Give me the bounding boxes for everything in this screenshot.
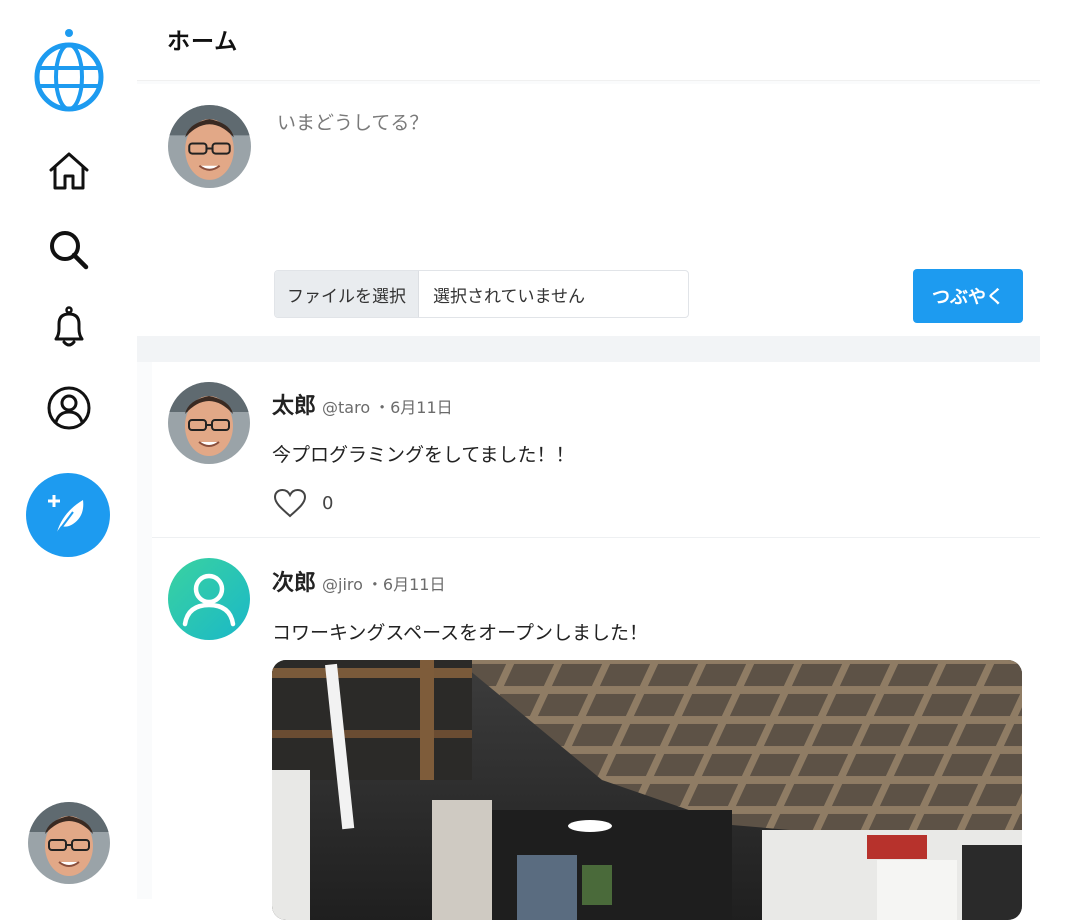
search-icon[interactable] bbox=[44, 225, 94, 275]
profile-icon[interactable] bbox=[44, 383, 94, 433]
page-title: ホーム bbox=[167, 29, 239, 55]
file-picker[interactable]: ファイルを選択 選択されていません bbox=[274, 270, 689, 318]
author-name[interactable]: 太郎 bbox=[272, 388, 316, 420]
avatar[interactable] bbox=[168, 382, 250, 464]
post-text: 今プログラミングをしてました！！ bbox=[272, 444, 575, 466]
avatar[interactable] bbox=[28, 802, 110, 884]
post-header: 次郎 @jiro ・6月11日 bbox=[272, 565, 445, 597]
heart-icon[interactable] bbox=[272, 485, 308, 521]
list-item: 次郎 @jiro ・6月11日 コワーキングスペースをオープンしました！ bbox=[152, 538, 1040, 920]
tweet-submit-button[interactable]: つぶやく bbox=[913, 269, 1023, 323]
bell-icon[interactable] bbox=[44, 303, 94, 353]
timeline: ホーム ファイルを選択 選択されていません つぶやく bbox=[137, 0, 1040, 920]
post-image[interactable] bbox=[272, 660, 1022, 920]
file-status: 選択されていません bbox=[433, 286, 585, 307]
author-handle[interactable]: @jiro bbox=[322, 575, 363, 594]
avatar[interactable] bbox=[168, 558, 250, 640]
like-row: 0 bbox=[272, 485, 333, 521]
page-header: ホーム bbox=[137, 0, 1040, 81]
author-name[interactable]: 次郎 bbox=[272, 565, 316, 597]
post-date: ・6月11日 bbox=[366, 575, 446, 594]
choose-file-button[interactable]: ファイルを選択 bbox=[275, 271, 419, 317]
sidebar bbox=[0, 0, 137, 899]
author-handle[interactable]: @taro bbox=[322, 398, 370, 417]
globe-logo-icon[interactable] bbox=[30, 28, 108, 114]
avatar bbox=[168, 105, 251, 188]
section-divider bbox=[137, 336, 1040, 362]
post-date: ・6月11日 bbox=[374, 398, 453, 417]
new-tweet-button[interactable] bbox=[26, 473, 110, 557]
post-text: コワーキングスペースをオープンしました！ bbox=[272, 622, 649, 644]
like-count: 0 bbox=[322, 492, 334, 514]
compose-input[interactable] bbox=[275, 106, 1019, 260]
feather-plus-icon bbox=[48, 495, 84, 537]
tweet-composer: ファイルを選択 選択されていません つぶやく bbox=[137, 84, 1040, 336]
post-header: 太郎 @taro ・6月11日 bbox=[272, 388, 453, 420]
list-item: 太郎 @taro ・6月11日 今プログラミングをしてました！！ 0 bbox=[152, 362, 1040, 538]
home-icon[interactable] bbox=[44, 146, 94, 196]
